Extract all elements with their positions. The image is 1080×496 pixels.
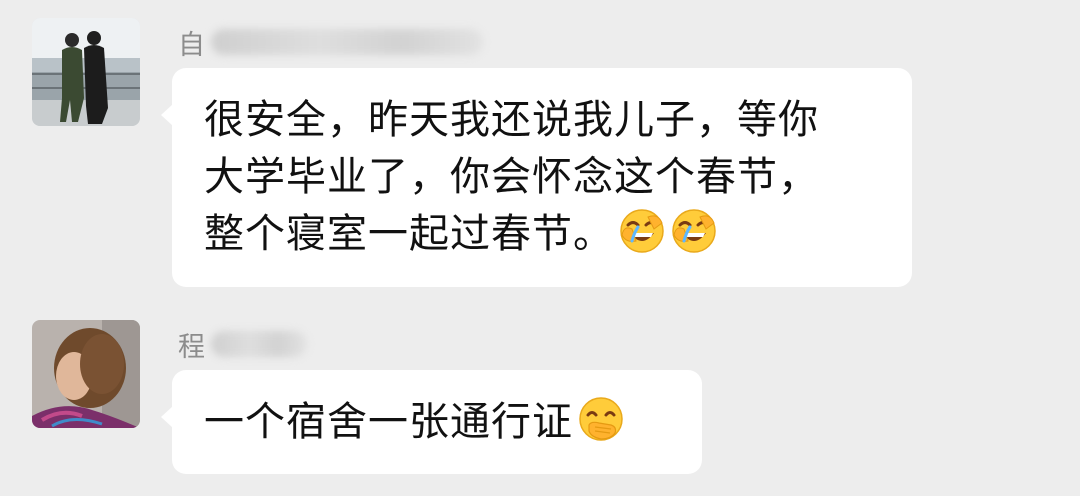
message-text-line-text: 一个宿舍一张通行证 xyxy=(204,399,573,445)
avatar-photo xyxy=(32,18,140,126)
message-bubble[interactable]: 一个宿舍一张通行证 xyxy=(161,370,702,474)
hand-over-mouth-emoji-icon xyxy=(579,397,623,441)
avatar-photo xyxy=(32,320,140,428)
laughing-crying-emoji-icon xyxy=(620,209,664,253)
sender-name-visible: 自 xyxy=(178,29,205,61)
sender-name: 自 xyxy=(178,20,483,64)
message-text-line: 很安全，昨天我还说我儿子，等你 xyxy=(204,97,819,143)
sender-name: 程 xyxy=(178,322,307,366)
message-text-line: 一个宿舍一张通行证 xyxy=(204,394,672,451)
sender-name-visible: 程 xyxy=(178,331,205,363)
sender-name-redaction xyxy=(211,331,307,357)
avatar[interactable] xyxy=(32,320,140,428)
chat-window: 自 很安全，昨天我还说我儿子，等你 大学毕业了，你会怀念这个春节， 整个寝室一起… xyxy=(0,0,1080,496)
sender-name-redaction xyxy=(211,29,483,55)
message-bubble[interactable]: 很安全，昨天我还说我儿子，等你 大学毕业了，你会怀念这个春节， 整个寝室一起过春… xyxy=(161,68,912,287)
message-text-line: 大学毕业了，你会怀念这个春节， xyxy=(204,154,819,200)
message-text-line: 整个寝室一起过春节。 xyxy=(204,206,882,263)
avatar[interactable] xyxy=(32,18,140,126)
message-text-line-text: 整个寝室一起过春节。 xyxy=(204,211,614,257)
laughing-crying-emoji-icon xyxy=(672,209,716,253)
